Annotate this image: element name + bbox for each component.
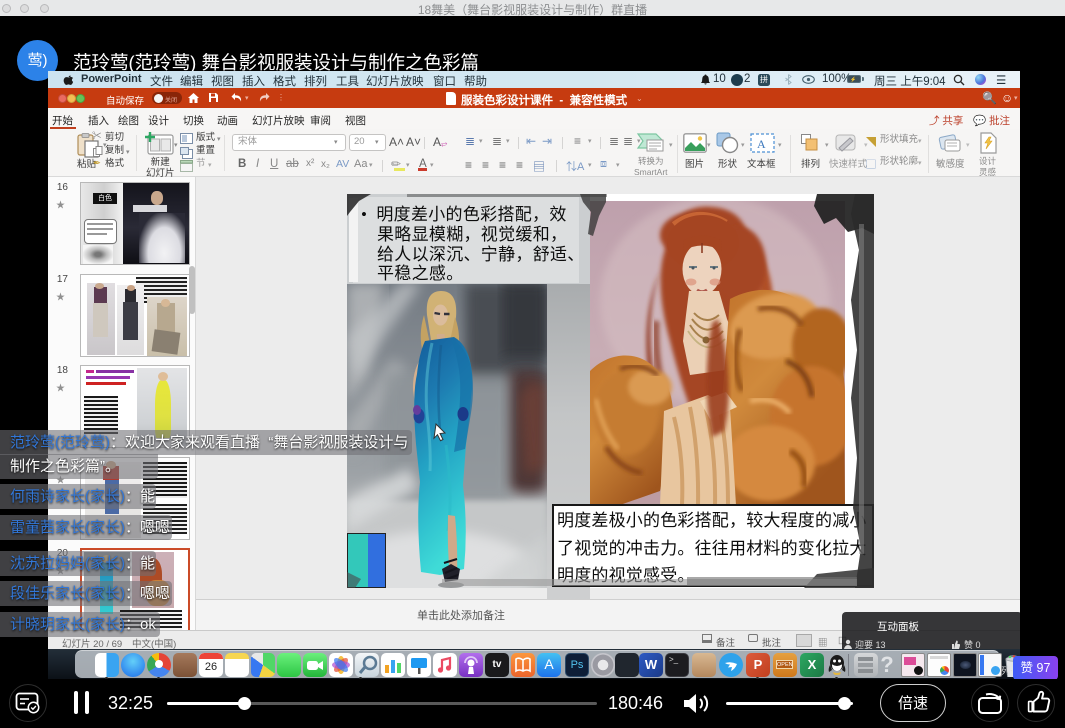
svg-text:A: A	[757, 137, 766, 151]
